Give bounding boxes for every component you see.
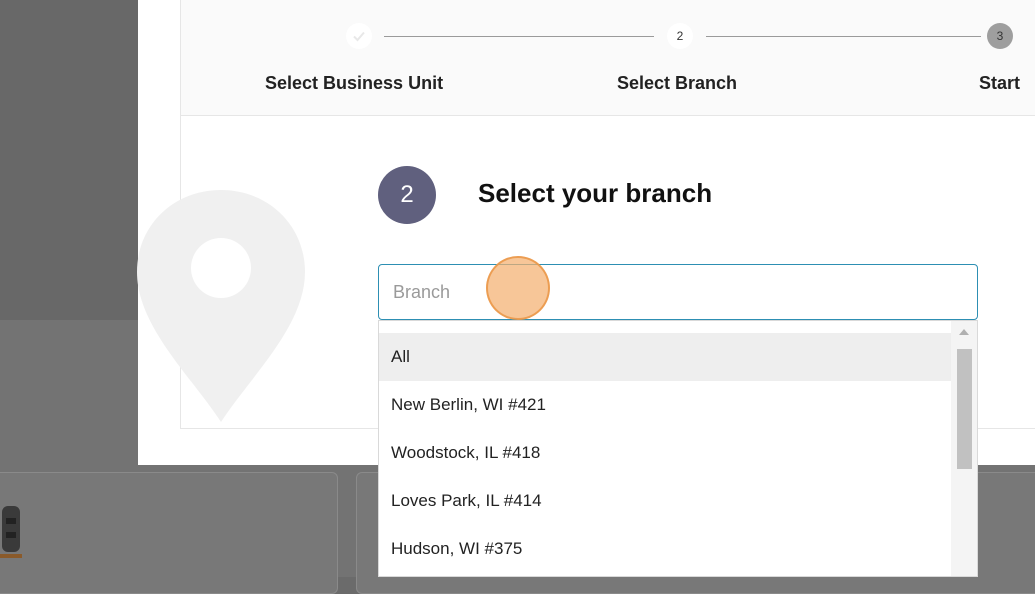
branch-option[interactable]: Loves Park, IL #414 [379,477,951,525]
step-1-label[interactable]: Select Business Unit [265,73,443,94]
step-3-indicator[interactable]: 3 [987,23,1013,49]
branch-option-all[interactable]: All [379,333,951,381]
dropdown-scrollbar[interactable] [951,321,977,576]
branch-option[interactable]: New Berlin, WI #421 [379,381,951,429]
scroll-up-arrow-icon[interactable] [959,329,969,335]
stepper-connector [384,36,654,37]
step-2-label[interactable]: Select Branch [617,73,737,94]
stepper-connector [706,36,981,37]
section-title: Select your branch [478,178,713,208]
branch-search-input[interactable] [378,264,978,320]
background-card [0,472,338,594]
stepper: 2 3 Select Business Unit Select Branch S… [180,0,1035,116]
branch-dropdown[interactable]: All New Berlin, WI #421 Woodstock, IL #4… [378,320,978,577]
scroll-thumb[interactable] [957,349,972,469]
spool-thumbnail-icon [0,506,22,558]
branch-option[interactable]: Hudson, WI #375 [379,525,951,573]
check-icon [353,31,365,42]
map-pin-icon [137,190,305,422]
click-indicator [486,256,550,320]
step-1-indicator[interactable] [346,23,372,49]
branch-option[interactable]: Woodstock, IL #418 [379,429,951,477]
branch-option-list: All New Berlin, WI #421 Woodstock, IL #4… [379,333,951,573]
step-2-indicator[interactable]: 2 [667,23,693,49]
step-number-badge: 2 [378,166,436,224]
step-3-label[interactable]: Start [979,73,1020,94]
